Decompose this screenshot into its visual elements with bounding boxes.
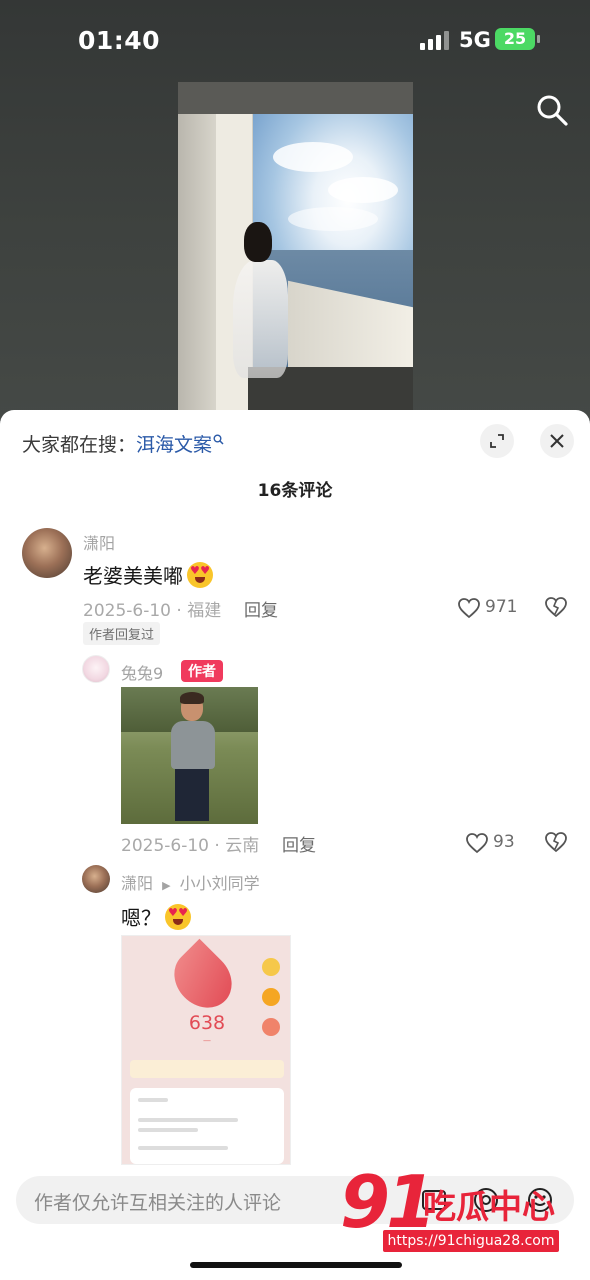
heart-icon [466,833,488,854]
dislike-heart-icon [545,597,567,618]
reply-button[interactable]: 回复 [244,596,278,621]
comment-username[interactable]: 潇阳 [83,530,115,554]
reply-button[interactable]: 回复 [282,831,316,856]
trending-search[interactable]: 大家都在搜：洱海文案 [22,430,224,457]
video-frame [178,82,413,412]
expand-icon [490,434,504,448]
author-replied-tag: 作者回复过 [83,622,161,645]
avatar[interactable] [82,865,110,893]
reply-username[interactable]: 潇阳 [121,874,153,893]
streak-number: 638 [188,1012,226,1034]
reply-to-username[interactable]: 小小刘同学 [180,874,260,893]
status-time: 01:40 [78,26,161,55]
heart-eyes-emoji-icon [165,904,191,930]
watermark-logo: 91 [340,1160,436,1244]
reply-text: 嗯？ [121,902,191,931]
search-button[interactable] [535,93,569,127]
home-indicator [190,1262,402,1268]
heart-eyes-emoji-icon [187,562,213,588]
author-badge: 作者 [181,660,223,682]
status-bar: 01:40 5G 25 [0,0,590,80]
like-button[interactable]: 971 [457,596,527,620]
heart-icon [458,598,480,619]
close-icon [550,434,564,448]
comments-sheet: 大家都在搜：洱海文案 16条评论 潇阳 老婆美美嘟 2025-6-10 · 福建… [0,410,590,1280]
watermark-name: 吃瓜中心 [423,1187,555,1226]
trending-keyword[interactable]: 洱海文案 [136,434,212,456]
reply-image[interactable] [121,687,258,824]
expand-button[interactable] [480,424,514,458]
reply-username[interactable]: 兔兔9 [121,660,163,684]
search-icon [537,95,568,126]
close-button[interactable] [540,424,574,458]
reply-date-location: 2025-6-10 · 云南 [121,836,260,856]
watermark: 91 吃瓜中心 https://91chigua28.com [340,1166,572,1258]
dislike-button[interactable] [544,831,568,855]
dislike-button[interactable] [544,596,568,620]
comment-input-placeholder: 作者仅允许互相关注的人评论 [34,1192,282,1214]
reply-username-line: 潇阳 ▶ 小小刘同学 [121,870,260,894]
signal-icon [420,30,450,50]
avatar[interactable] [22,528,72,578]
reply-screenshot-image[interactable]: 638 — [121,935,291,1165]
trending-prefix: 大家都在搜： [22,434,137,456]
like-button[interactable]: 93 [465,831,525,855]
like-count: 93 [493,832,515,852]
reply-arrow-icon: ▶ [162,879,171,892]
network-type: 5G [459,28,491,52]
comment-date-location: 2025-6-10 · 福建 [83,601,222,621]
streak-subtitle: — [203,1036,211,1045]
search-icon [213,434,224,445]
avatar[interactable] [82,655,110,683]
comment-text: 老婆美美嘟 [83,560,213,589]
comment-count-title: 16条评论 [257,481,333,501]
dislike-heart-icon [545,832,567,853]
watermark-url: https://91chigua28.com [383,1230,559,1252]
battery-icon: 25 [495,28,540,50]
video-area[interactable]: 01:40 5G 25 [0,0,590,420]
like-count: 971 [485,597,518,617]
